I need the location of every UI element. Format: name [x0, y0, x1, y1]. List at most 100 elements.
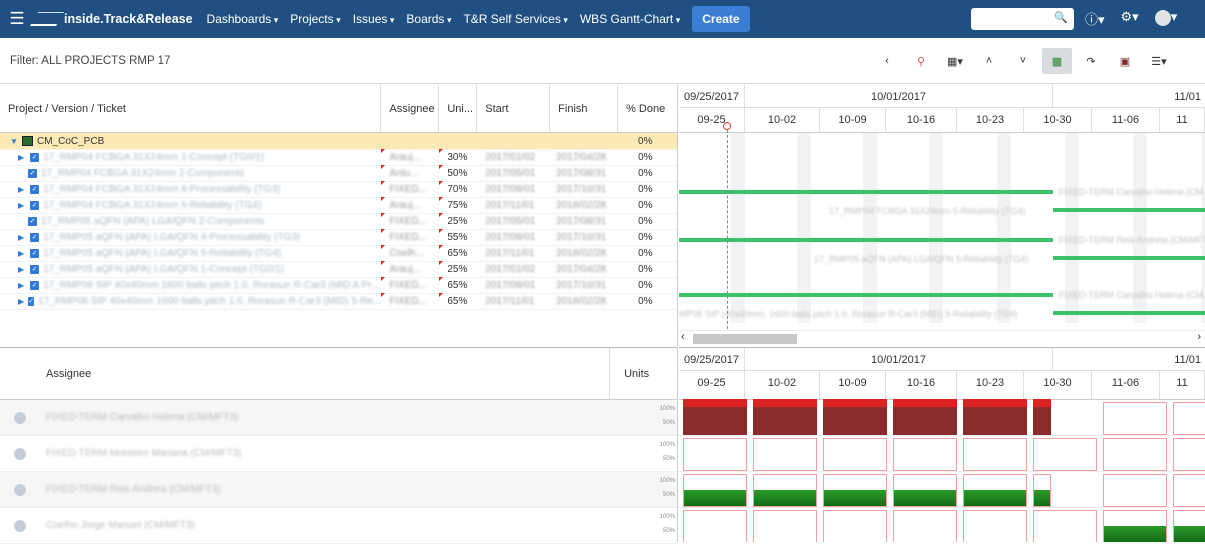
col-resource-units[interactable]: Units — [609, 348, 677, 399]
workload-cell[interactable] — [893, 399, 957, 435]
expand-arrow-icon[interactable]: ▶ — [18, 249, 26, 258]
col-units[interactable]: Uni... — [439, 85, 478, 132]
help-icon[interactable]: ⓘ▾ — [1085, 9, 1105, 28]
resource-row[interactable]: FIXED-TERM Reis Andreia (CM/MFT3) 100% 50% — [0, 472, 677, 508]
checkbox-icon[interactable]: ✓ — [28, 217, 37, 226]
workload-cell[interactable] — [683, 399, 747, 435]
workload-cell[interactable] — [963, 510, 1027, 542]
table-row[interactable]: ▶ ✓ 17_RMP05 aQFN (APA) LGA/QFN 4-Processa… — [0, 229, 677, 246]
workload-cell[interactable] — [683, 474, 747, 507]
workload-cell[interactable] — [753, 510, 817, 542]
scroll-thumb[interactable] — [693, 334, 797, 344]
workload-cell[interactable] — [893, 474, 957, 507]
checkbox-icon[interactable]: ✓ — [30, 233, 39, 242]
nav-dashboards[interactable]: Dashboards — [207, 12, 279, 26]
workload-cell[interactable] — [753, 399, 817, 435]
checkbox-icon[interactable]: ✓ — [28, 169, 37, 178]
app-logo[interactable]: inside.Track&Release — [29, 12, 193, 26]
workload-cell[interactable] — [963, 438, 1027, 471]
table-row[interactable]: ✓ 17_RMP04 FCBGA 31X24mm 2-Components Antu… — [0, 165, 677, 182]
scroll-right-icon[interactable]: › — [1197, 331, 1201, 343]
checkbox-icon[interactable]: ✓ — [28, 297, 35, 306]
nav-wbs-gantt[interactable]: WBS Gantt-Chart — [580, 12, 680, 26]
col-project[interactable]: Project / Version / Ticket — [0, 85, 382, 132]
workload-cell[interactable] — [893, 438, 957, 471]
workload-cell[interactable] — [1033, 510, 1097, 542]
table-row[interactable]: ▶ ✓ 17_RMP04 FCBGA 31X24mm 5-Reliability (… — [0, 197, 677, 214]
col-finish[interactable]: Finish — [550, 85, 619, 132]
expand-arrow-icon[interactable]: ▶ — [18, 185, 26, 194]
export-icon[interactable]: ▣ — [1110, 48, 1140, 74]
table-row[interactable]: ▶ ✓ 17_RMP06 SIP 40x40mm 1600 balls pitch … — [0, 293, 677, 310]
workload-cell[interactable] — [1103, 402, 1167, 435]
workload-cell[interactable] — [963, 474, 1027, 507]
nav-issues[interactable]: Issues — [353, 12, 395, 26]
col-start[interactable]: Start — [477, 85, 551, 132]
resource-row[interactable]: Coelho Jorge Manuel (CM/MFT3) 100% 50% — [0, 508, 677, 544]
gantt-bar[interactable] — [1053, 256, 1205, 260]
col-done[interactable]: % Done — [618, 85, 677, 132]
gantt-bar[interactable] — [1053, 208, 1205, 212]
search-input[interactable]: 🔍 — [971, 8, 1074, 30]
table-row-root[interactable]: ▼ CM_CoC_PCB 0% — [0, 133, 677, 150]
expand-arrow-icon[interactable]: ▶ — [18, 201, 26, 210]
table-row[interactable]: ▶ ✓ 17_RMP04 FCBGA 31X24mm 4-Processabilit… — [0, 181, 677, 198]
workload-cell[interactable] — [963, 399, 1027, 435]
workload-cell[interactable] — [683, 438, 747, 471]
workload-cell[interactable] — [823, 474, 887, 507]
nav-projects[interactable]: Projects — [290, 12, 340, 26]
workload-cell[interactable] — [1173, 438, 1205, 471]
resource-row[interactable]: FIXED-TERM Carvalho Helena (CM/MFT3) 100%… — [0, 400, 677, 436]
checkbox-icon[interactable]: ✓ — [30, 265, 39, 274]
workload-cell[interactable] — [1173, 474, 1205, 507]
workload-cell[interactable] — [1033, 399, 1051, 435]
resource-view-icon[interactable]: ▩ — [1042, 48, 1072, 74]
expand-arrow-icon[interactable]: ▼ — [10, 137, 18, 146]
checkbox-icon[interactable]: ✓ — [30, 185, 39, 194]
location-pin-icon[interactable]: ⚲ — [906, 48, 936, 74]
menu-icon[interactable]: ☰ — [0, 9, 34, 29]
create-button[interactable]: Create — [692, 6, 750, 32]
collapse-up-icon[interactable]: ˄ — [974, 48, 1004, 74]
table-row[interactable]: ▶ ✓ 17_RMP05 aQFN (APA) LGA/QFN 1-Concept … — [0, 261, 677, 278]
checkbox-icon[interactable]: ✓ — [30, 281, 39, 290]
workload-cell[interactable] — [823, 438, 887, 471]
expand-arrow-icon[interactable]: ▶ — [18, 297, 24, 306]
resource-row[interactable]: FIXED-TERM Monteiro Mariana (CM/MFT3) 100… — [0, 436, 677, 472]
prev-icon[interactable]: ‹ — [872, 48, 902, 74]
workload-cell[interactable] — [823, 510, 887, 542]
gear-icon[interactable]: ⚙▾ — [1121, 9, 1139, 28]
gantt-bar[interactable] — [679, 238, 1053, 242]
nav-self-services[interactable]: T&R Self Services — [463, 12, 567, 26]
workload-cell[interactable] — [823, 399, 887, 435]
scroll-left-icon[interactable]: ‹ — [681, 331, 685, 343]
workload-cell[interactable] — [1033, 438, 1097, 471]
workload-cell[interactable] — [1103, 510, 1167, 542]
col-resource-assignee[interactable]: Assignee — [0, 348, 609, 399]
col-assignee[interactable]: Assignee — [381, 85, 440, 132]
gantt-bar[interactable] — [1053, 311, 1205, 315]
user-avatar[interactable]: ▾ — [1154, 9, 1177, 28]
nav-boards[interactable]: Boards — [406, 12, 451, 26]
gantt-horizontal-scrollbar[interactable]: ‹ › — [679, 330, 1205, 346]
checkbox-icon[interactable]: ✓ — [30, 153, 39, 162]
workload-cell[interactable] — [1033, 474, 1051, 507]
expand-arrow-icon[interactable]: ▶ — [18, 233, 26, 242]
checkbox-icon[interactable]: ✓ — [30, 201, 39, 210]
workload-cell[interactable] — [893, 510, 957, 542]
expand-arrow-icon[interactable]: ▶ — [18, 153, 26, 162]
expand-down-icon[interactable]: ˅ — [1008, 48, 1038, 74]
workload-cell[interactable] — [753, 474, 817, 507]
table-row[interactable]: ▶ ✓ 17_RMP04 FCBGA 31X24mm 1-Concept (TG0/… — [0, 149, 677, 166]
table-row[interactable]: ▶ ✓ 17_RMP06 SIP 40x40mm 1600 balls pitch … — [0, 277, 677, 294]
workload-cell[interactable] — [1173, 510, 1205, 542]
gantt-bar[interactable] — [679, 293, 1053, 297]
workload-cell[interactable] — [1173, 402, 1205, 435]
workload-cell[interactable] — [1103, 474, 1167, 507]
workload-cell[interactable] — [683, 510, 747, 542]
more-menu-icon[interactable]: ☰▾ — [1144, 48, 1174, 74]
gantt-bar[interactable] — [679, 190, 1053, 194]
link-tasks-icon[interactable]: ↷ — [1076, 48, 1106, 74]
checkbox-icon[interactable]: ✓ — [30, 249, 39, 258]
expand-arrow-icon[interactable]: ▶ — [18, 265, 26, 274]
